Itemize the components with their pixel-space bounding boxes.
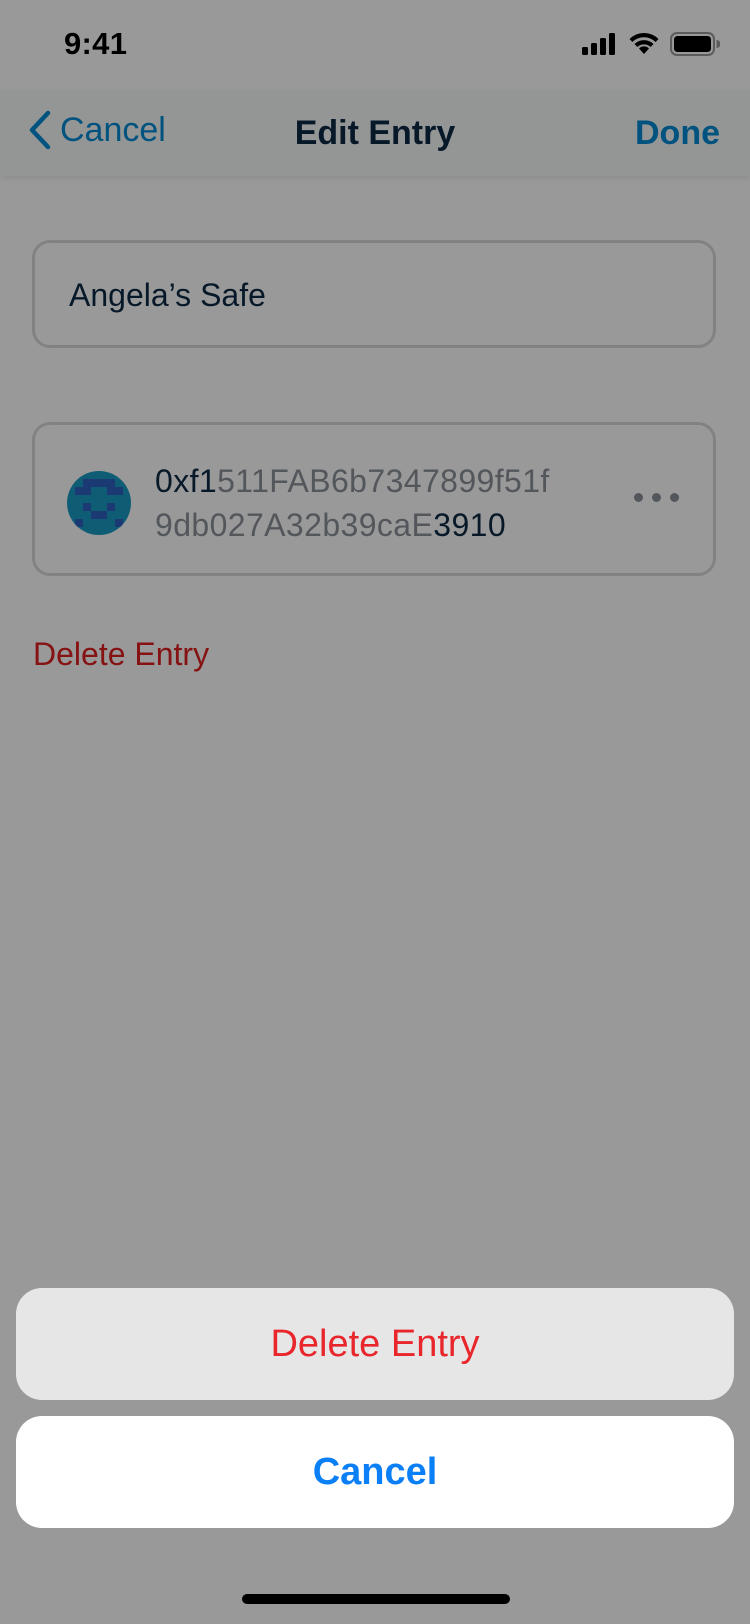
delete-entry-action-button[interactable]: Delete Entry (16, 1288, 734, 1400)
home-indicator (242, 1594, 510, 1604)
cancel-action-button[interactable]: Cancel (16, 1416, 734, 1528)
